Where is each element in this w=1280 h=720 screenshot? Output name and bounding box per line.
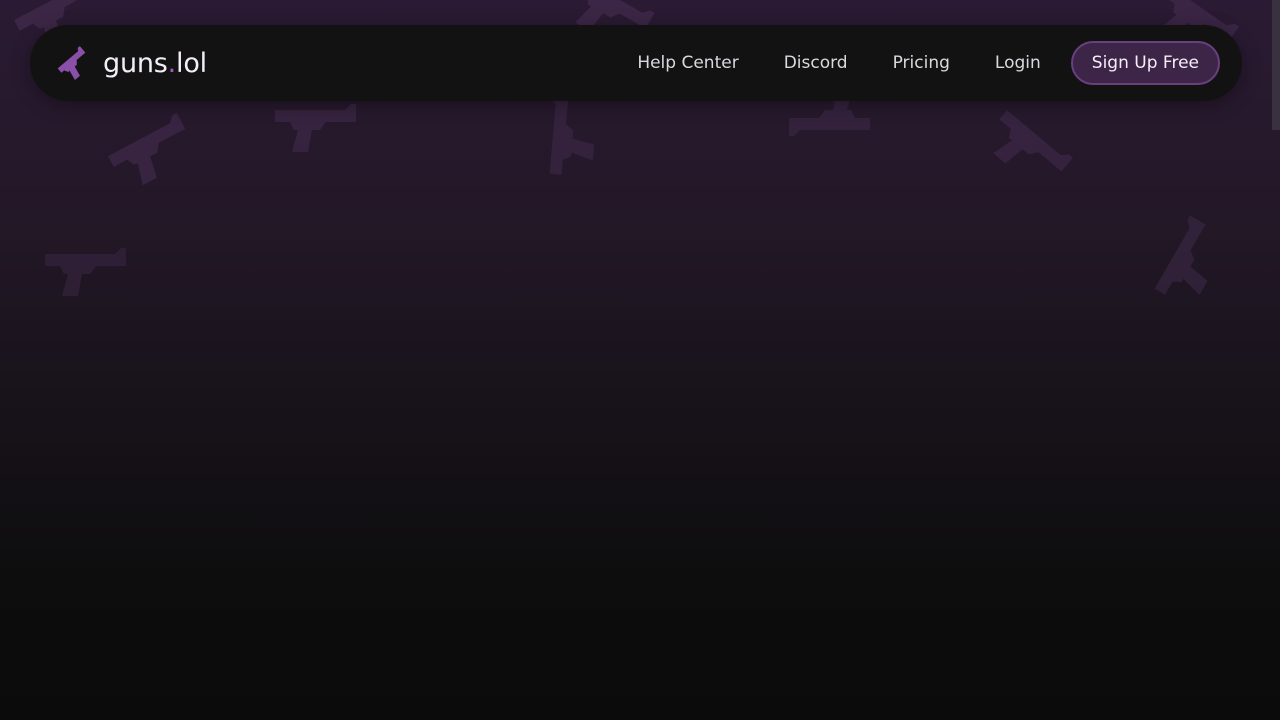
brand-name: guns.lol [103, 48, 207, 79]
nav-link-help-center[interactable]: Help Center [637, 53, 738, 73]
pistol-icon [95, 100, 203, 195]
brand-name-dot: . [167, 47, 177, 79]
brand-name-main: guns [103, 47, 168, 79]
nav-links: Help Center Discord Pricing Login Sign U… [637, 41, 1220, 85]
pistol-icon [270, 92, 360, 152]
pistol-icon [531, 88, 599, 183]
background-pattern [0, 0, 1280, 720]
scrollbar-thumb[interactable] [1272, 0, 1280, 130]
nav-link-pricing[interactable]: Pricing [893, 53, 950, 73]
nav-link-login[interactable]: Login [995, 53, 1041, 73]
brand-home-link[interactable]: guns.lol [54, 44, 207, 82]
brand-name-tld: lol [176, 47, 207, 79]
pistol-icon [976, 93, 1084, 197]
pistol-icon [40, 236, 130, 296]
pistol-icon [1137, 206, 1234, 314]
nav-link-discord[interactable]: Discord [784, 53, 848, 73]
pistol-icon [54, 44, 92, 82]
scrollbar[interactable] [1272, 0, 1280, 720]
sign-up-button[interactable]: Sign Up Free [1070, 41, 1220, 85]
top-navbar: guns.lol Help Center Discord Pricing Log… [30, 25, 1242, 101]
